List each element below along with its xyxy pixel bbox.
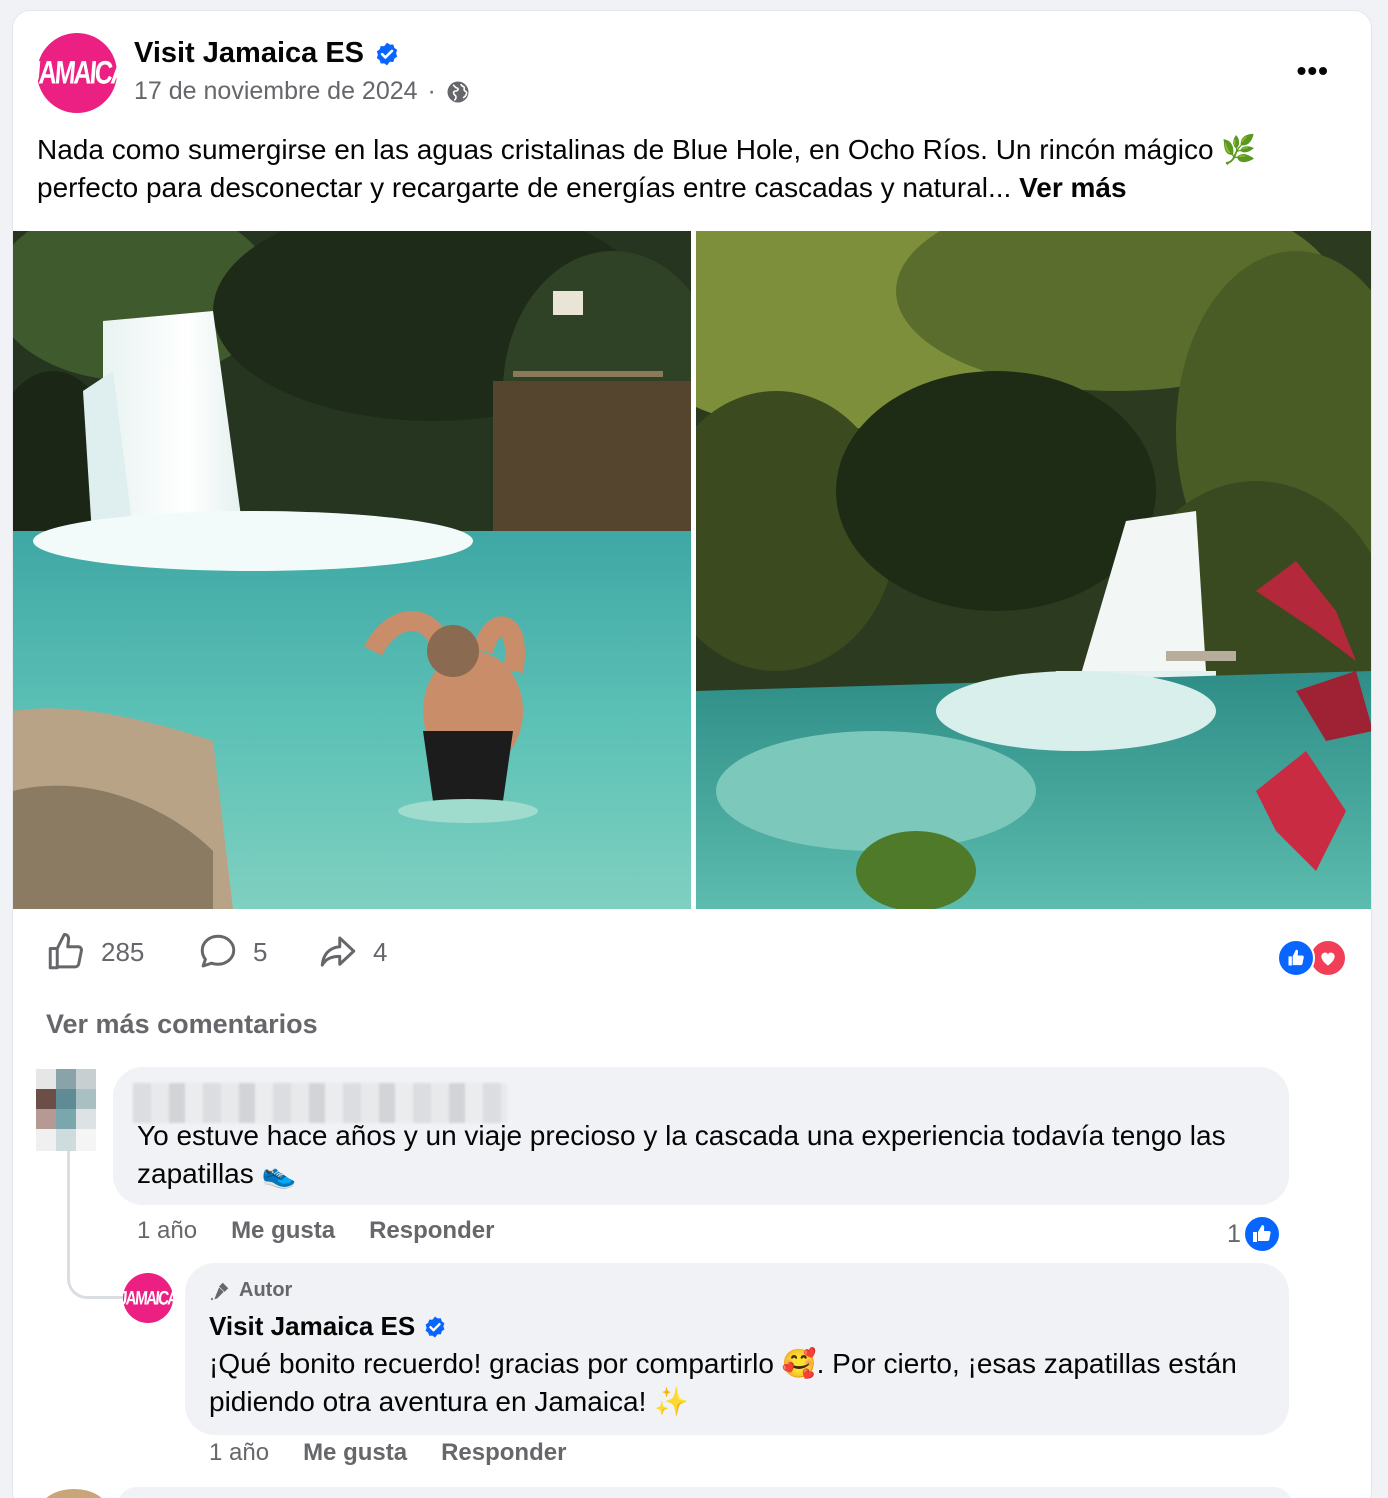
page-name[interactable]: Visit Jamaica ES	[134, 37, 364, 70]
comment-reactions[interactable]: 1	[1227, 1215, 1281, 1253]
comment-time[interactable]: 1 año	[137, 1217, 197, 1245]
meta-separator: ·	[427, 77, 436, 105]
comment-count: 5	[253, 936, 268, 967]
share-arrow-icon	[320, 936, 356, 967]
author-tag-label: Autor	[239, 1279, 293, 1301]
share-count: 4	[373, 936, 388, 967]
reply-bubble: Autor Visit Jamaica ES ¡Qué bonito recue…	[185, 1263, 1289, 1435]
jamaica-logo-small: JAMAICA	[118, 1286, 178, 1310]
blurred-avatar-image	[36, 1069, 96, 1151]
next-commenter-avatar[interactable]	[41, 1489, 107, 1498]
waterfall-swimmer-image	[13, 231, 691, 909]
microphone-icon	[210, 1282, 229, 1300]
more-options-button[interactable]: •••	[1297, 55, 1329, 87]
like-reaction-icon	[1242, 1215, 1281, 1253]
reply-meta: 1 año Me gusta Responder	[209, 1439, 566, 1467]
jamaica-logo: JAMAICA	[25, 54, 129, 91]
verified-badge-icon	[425, 1316, 445, 1337]
waterfall-jungle-image	[696, 231, 1371, 909]
author-badge: Autor	[209, 1279, 292, 1302]
page-name-row: Visit Jamaica ES	[134, 37, 400, 70]
post-photo-waterfall-swimmer[interactable]	[13, 231, 691, 909]
comment-like-count: 1	[1227, 1219, 1241, 1248]
comment-bubble-icon	[200, 934, 236, 968]
post-actions-bar: 285 5 4	[13, 921, 1371, 981]
share-button[interactable]: 4	[317, 931, 387, 973]
reply-time[interactable]: 1 año	[209, 1439, 269, 1467]
comment-meta: 1 año Me gusta Responder	[137, 1217, 494, 1245]
reply-thread-line	[67, 1151, 127, 1299]
reply-author-avatar[interactable]: JAMAICA	[118, 1273, 178, 1323]
comment-button[interactable]: 5	[197, 931, 267, 973]
like-reaction-icon	[1277, 939, 1315, 977]
commenter-avatar[interactable]	[36, 1069, 96, 1151]
post-meta: 17 de noviembre de 2024 ·	[134, 77, 470, 106]
like-button[interactable]: 285	[45, 931, 144, 973]
comment-bubble: Yo estuve hace años y un viaje precioso …	[113, 1067, 1289, 1205]
see-more-link[interactable]: Ver más	[1019, 172, 1126, 203]
comment-reply-button[interactable]: Responder	[369, 1217, 494, 1245]
like-count: 285	[101, 936, 145, 967]
globe-icon	[447, 81, 469, 102]
post-body: Nada como sumergirse en las aguas crista…	[37, 131, 1337, 207]
reply-author-name[interactable]: Visit Jamaica ES	[209, 1311, 415, 1342]
view-more-comments-link[interactable]: Ver más comentarios	[46, 1009, 318, 1040]
comment-text: Yo estuve hace años y un viaje precioso …	[137, 1120, 1226, 1189]
reply-reply-button[interactable]: Responder	[441, 1439, 566, 1467]
verified-badge-icon	[376, 42, 398, 65]
reactions-summary[interactable]	[1277, 939, 1347, 977]
page-avatar[interactable]: JAMAICA	[26, 33, 128, 113]
reply-like-button[interactable]: Me gusta	[303, 1439, 407, 1467]
post-photo-waterfall-jungle[interactable]	[696, 231, 1371, 909]
reply-text: ¡Qué bonito recuerdo! gracias por compar…	[209, 1348, 1237, 1417]
reply-author-row: Visit Jamaica ES	[209, 1311, 447, 1342]
post-card: JAMAICA Visit Jamaica ES 17 de noviembre…	[12, 10, 1372, 1498]
post-date[interactable]: 17 de noviembre de 2024	[134, 77, 418, 106]
thumbs-up-icon	[48, 933, 83, 970]
next-comment-bubble	[117, 1487, 1293, 1498]
comment-like-button[interactable]: Me gusta	[231, 1217, 335, 1245]
